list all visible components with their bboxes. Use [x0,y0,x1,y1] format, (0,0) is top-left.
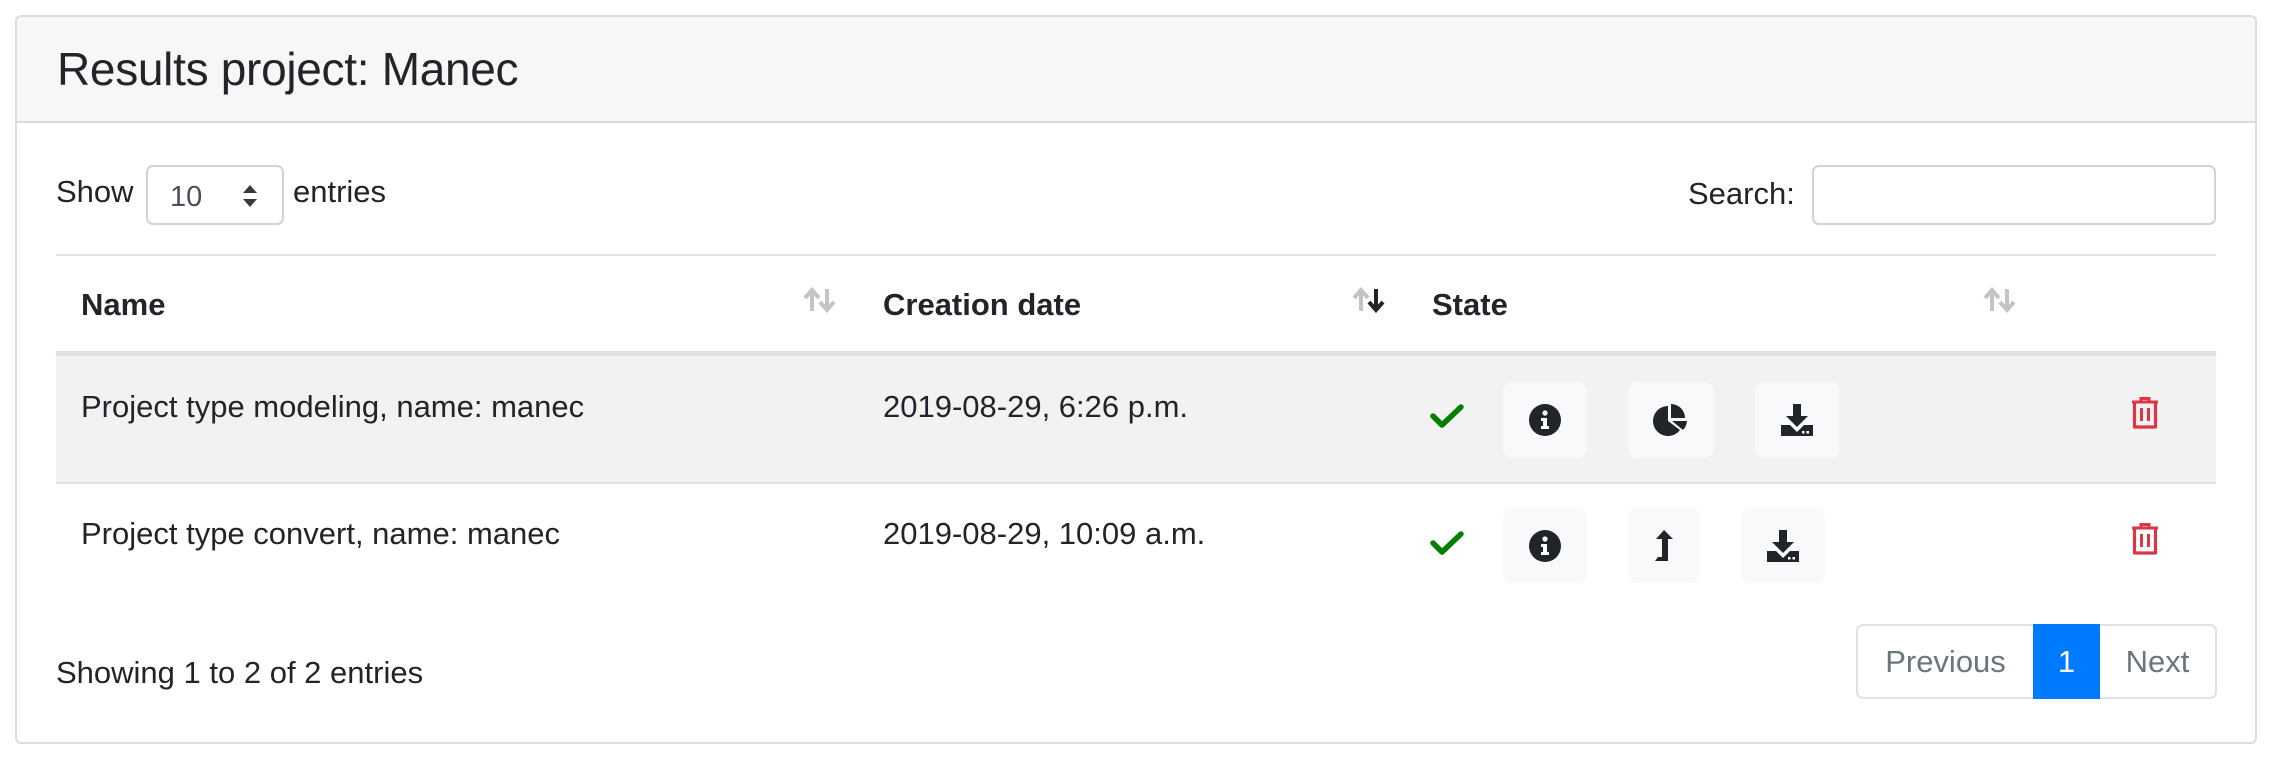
download-button[interactable] [1741,508,1825,583]
entries-label: entries [293,174,387,209]
level-up-arrow-icon [1655,529,1673,561]
column-header-state[interactable]: State [1432,287,1508,323]
convert-result-button[interactable] [1628,508,1700,583]
delete-trash-icon[interactable] [2131,522,2159,556]
info-button[interactable] [1503,508,1587,583]
row-creation-date: 2019-08-29, 10:09 a.m. [883,516,1206,551]
column-header-creation-date[interactable]: Creation date [883,287,1081,323]
check-icon [1430,404,1464,428]
download-icon [1781,404,1813,436]
entries-per-page-select[interactable]: 10 [146,165,284,225]
table-info: Showing 1 to 2 of 2 entries [56,655,424,690]
column-header-name[interactable]: Name [81,287,165,323]
info-icon [1529,529,1561,562]
info-button[interactable] [1503,382,1587,458]
row-name: Project type convert, name: manec [81,516,561,551]
card-header: Results project: Manec [17,17,2255,123]
show-label: Show [56,174,134,209]
download-button[interactable] [1755,382,1839,458]
row-creation-date: 2019-08-29, 6:26 p.m. [883,389,1189,424]
sort-both-icon[interactable] [802,287,838,313]
table-top-border [56,254,2216,256]
next-page-button[interactable]: Next [2100,624,2217,699]
row-name: Project type modeling, name: manec [81,389,585,424]
search-label: Search: [1688,176,1795,211]
results-chart-button[interactable] [1628,382,1714,458]
page-title: Results project: Manec [57,43,519,95]
pagination: Previous 1 Next [1856,624,2217,699]
search-input[interactable] [1812,165,2216,225]
sort-descending-icon[interactable] [1351,287,1387,313]
previous-page-button[interactable]: Previous [1856,624,2033,699]
page-1-button[interactable]: 1 [2033,624,2100,699]
delete-trash-icon[interactable] [2131,396,2159,430]
select-caret-icon [243,185,257,207]
sort-both-icon[interactable] [1982,287,2018,313]
check-icon [1430,531,1464,555]
row-divider [56,482,2216,484]
entries-per-page-value: 10 [170,181,203,213]
info-icon [1529,404,1561,436]
pie-chart-icon [1653,404,1687,436]
download-icon [1767,529,1799,562]
